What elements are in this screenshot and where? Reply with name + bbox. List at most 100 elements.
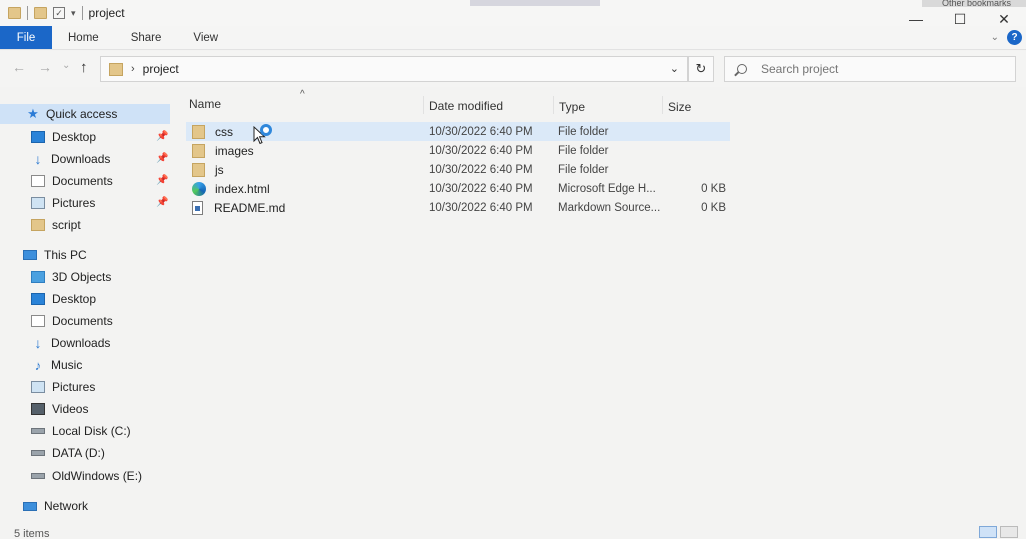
tab-file[interactable]: File — [0, 26, 52, 49]
file-type: File folder — [558, 125, 609, 138]
column-divider[interactable] — [662, 96, 663, 114]
pin-icon[interactable]: 📌 — [156, 131, 168, 142]
breadcrumb-separator-icon[interactable]: › — [131, 63, 135, 75]
pin-icon[interactable]: 📌 — [156, 197, 168, 208]
documents-icon — [31, 315, 45, 327]
sidebar-item-videos[interactable]: Videos — [31, 399, 88, 419]
sidebar-item-local-disk-c[interactable]: Local Disk (C:) — [31, 421, 131, 441]
help-icon[interactable]: ? — [1007, 30, 1022, 45]
quick-access-toolbar: ✓ ▾ — [0, 6, 83, 20]
column-header-type[interactable]: Type — [559, 100, 585, 114]
folder-icon — [8, 7, 21, 19]
sidebar-item-label: Quick access — [46, 107, 118, 121]
music-icon: ♪ — [34, 357, 42, 373]
expand-ribbon-chevron-icon[interactable]: ⌄ — [991, 32, 999, 43]
recent-locations-chevron-icon[interactable]: ⌄ — [62, 60, 70, 71]
file-date: 10/30/2022 6:40 PM — [429, 201, 533, 214]
file-row-js[interactable]: js 10/30/2022 6:40 PM File folder — [186, 160, 730, 179]
folder-icon — [192, 124, 205, 139]
sidebar-item-label: Downloads — [51, 336, 111, 350]
file-size: 0 KB — [701, 182, 726, 195]
sidebar-item-oldwindows-e[interactable]: OldWindows (E:) — [31, 466, 142, 486]
up-arrow-icon[interactable]: ↑ — [80, 59, 88, 76]
3d-objects-icon — [31, 271, 45, 283]
refresh-button[interactable]: ↻ — [688, 56, 714, 82]
pictures-icon — [31, 197, 45, 209]
column-divider[interactable] — [423, 96, 424, 114]
file-row-index-html[interactable]: index.html 10/30/2022 6:40 PM Microsoft … — [186, 179, 730, 198]
sidebar-item-label: DATA (D:) — [52, 446, 105, 460]
file-date: 10/30/2022 6:40 PM — [429, 163, 533, 176]
desktop-icon — [31, 131, 45, 143]
sidebar-item-this-pc[interactable]: This PC — [23, 245, 87, 265]
file-size: 0 KB — [701, 201, 726, 214]
sidebar-item-desktop[interactable]: Desktop — [31, 127, 96, 147]
sidebar-item-documents[interactable]: Documents — [31, 171, 113, 191]
folder-icon — [192, 143, 205, 158]
column-divider[interactable] — [553, 96, 554, 114]
column-header-date-modified[interactable]: Date modified — [429, 99, 503, 113]
file-name: css — [215, 124, 233, 139]
file-row-images[interactable]: images 10/30/2022 6:40 PM File folder — [186, 141, 730, 160]
sidebar-item-network[interactable]: Network — [23, 496, 88, 516]
search-input[interactable] — [761, 62, 1001, 76]
sidebar-item-downloads[interactable]: ↓ Downloads — [31, 333, 111, 353]
sidebar-item-downloads[interactable]: ↓ Downloads — [31, 149, 111, 169]
documents-icon — [31, 175, 45, 187]
sidebar-item-script[interactable]: script — [31, 215, 81, 235]
pin-icon[interactable]: 📌 — [156, 153, 168, 164]
large-icons-view-icon[interactable] — [1000, 526, 1018, 538]
network-icon — [23, 501, 37, 511]
pin-icon[interactable]: 📌 — [156, 175, 168, 186]
item-count: 5 items — [14, 528, 50, 539]
customize-toolbar-chevron-icon[interactable]: ▾ — [71, 8, 76, 19]
address-row: ← → ⌄ ↑ › project ⌄ ↻ — [0, 51, 1026, 87]
sidebar-item-label: Documents — [52, 174, 113, 188]
search-box[interactable] — [724, 56, 1016, 82]
search-icon — [737, 64, 747, 74]
busy-spinner-icon — [260, 124, 272, 136]
file-row-readme-md[interactable]: README.md 10/30/2022 6:40 PM Markdown So… — [186, 198, 730, 217]
sidebar-item-data-d[interactable]: DATA (D:) — [31, 443, 105, 463]
toolbar-divider — [81, 6, 83, 20]
sidebar-item-pictures[interactable]: Pictures — [31, 377, 95, 397]
sidebar-item-pictures[interactable]: Pictures — [31, 193, 95, 213]
breadcrumb-project[interactable]: project — [143, 62, 179, 76]
pictures-icon — [31, 381, 45, 393]
tab-home[interactable]: Home — [52, 26, 115, 49]
navigation-pane: ★ Quick access Desktop 📌 ↓ Downloads 📌 D… — [0, 96, 182, 526]
tab-share[interactable]: Share — [115, 26, 178, 49]
file-name: README.md — [214, 200, 286, 215]
file-date: 10/30/2022 6:40 PM — [429, 182, 533, 195]
new-folder-icon[interactable] — [34, 7, 47, 19]
videos-icon — [31, 403, 45, 415]
file-date: 10/30/2022 6:40 PM — [429, 125, 533, 138]
file-date: 10/30/2022 6:40 PM — [429, 144, 533, 157]
sidebar-item-label: Music — [51, 358, 83, 372]
address-dropdown-chevron-icon[interactable]: ⌄ — [670, 62, 679, 75]
back-arrow-icon[interactable]: ← — [12, 59, 26, 75]
file-type: Markdown Source... — [558, 201, 661, 214]
sidebar-item-desktop[interactable]: Desktop — [31, 289, 96, 309]
details-view-icon[interactable] — [979, 526, 997, 538]
sidebar-item-3d-objects[interactable]: 3D Objects — [31, 267, 111, 287]
drive-icon — [31, 450, 45, 456]
file-name: images — [215, 143, 254, 158]
sidebar-item-quick-access[interactable]: ★ Quick access — [0, 104, 170, 124]
file-name: js — [215, 162, 224, 177]
sidebar-item-documents[interactable]: Documents — [31, 311, 113, 331]
forward-arrow-icon[interactable]: → — [38, 59, 52, 75]
address-bar[interactable]: › project ⌄ — [100, 56, 688, 82]
drive-icon — [31, 428, 45, 434]
sidebar-item-label: Local Disk (C:) — [52, 424, 131, 438]
sidebar-item-label: Desktop — [52, 292, 97, 306]
file-type: File folder — [558, 144, 609, 157]
properties-icon[interactable]: ✓ — [53, 7, 65, 19]
column-header-size[interactable]: Size — [668, 100, 691, 114]
sidebar-item-music[interactable]: ♪ Music — [31, 355, 83, 375]
downloads-icon: ↓ — [34, 151, 42, 167]
tab-view[interactable]: View — [177, 26, 234, 49]
column-header-name[interactable]: Name — [189, 97, 221, 111]
file-type: File folder — [558, 163, 609, 176]
sidebar-item-label: Network — [44, 499, 89, 513]
